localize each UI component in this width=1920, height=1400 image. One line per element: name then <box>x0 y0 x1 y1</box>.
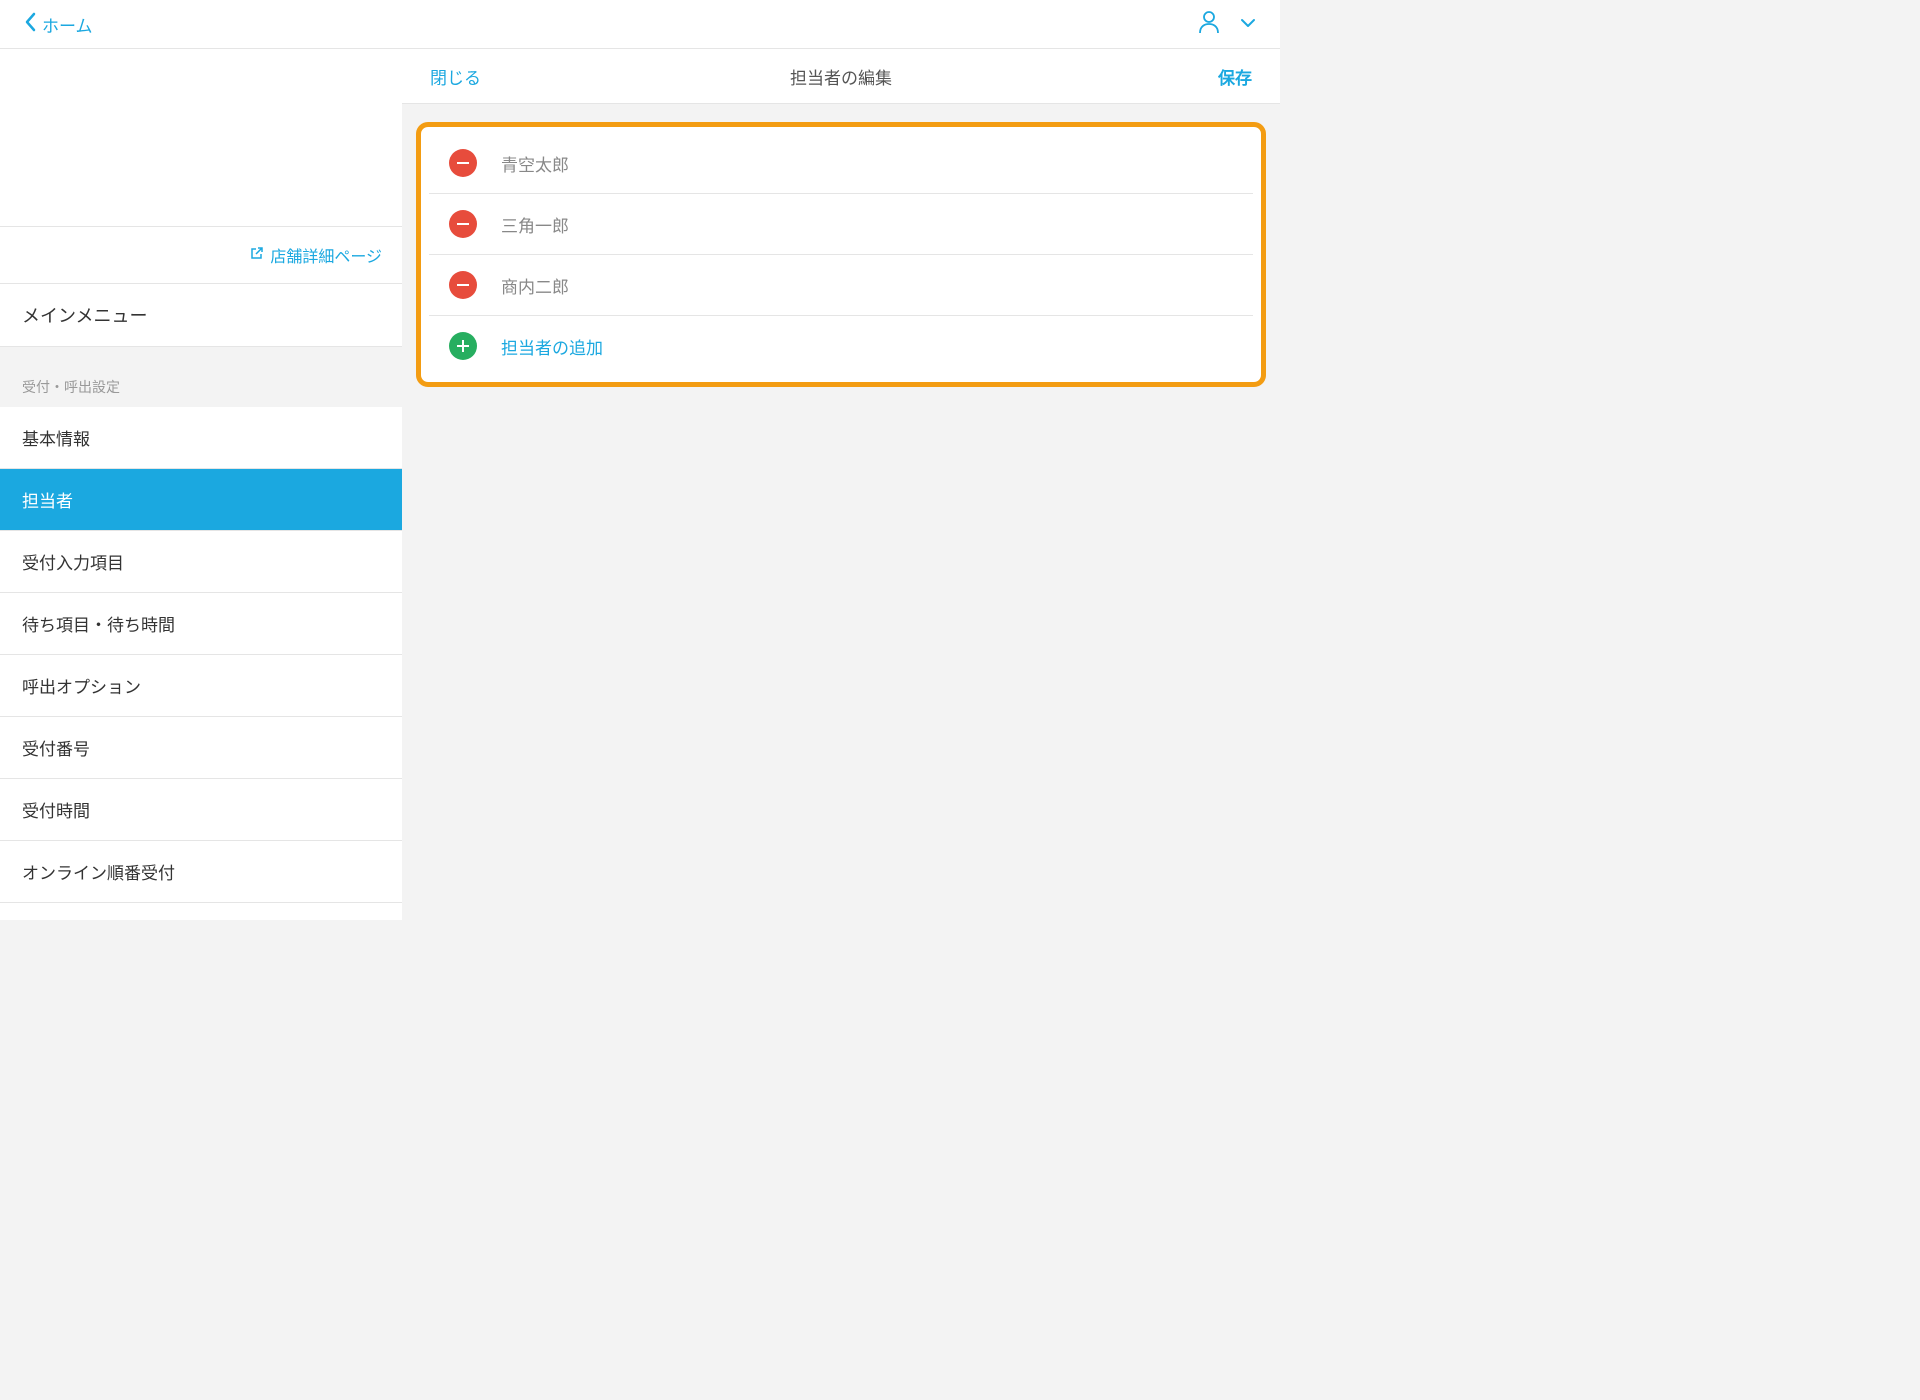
person-row: 商内二郎 <box>429 255 1253 316</box>
person-name: 商内二郎 <box>501 273 569 298</box>
person-row: 三角一郎 <box>429 194 1253 255</box>
header-right <box>1198 10 1256 39</box>
content-area: 閉じる 担当者の編集 保存 青空太郎三角一郎商内二郎担当者の追加 <box>402 49 1280 920</box>
minus-icon <box>457 162 469 165</box>
person-row: 青空太郎 <box>429 133 1253 194</box>
store-detail-label: 店舗詳細ページ <box>270 243 382 267</box>
sidebar-menu-item[interactable]: 基本情報 <box>0 407 402 469</box>
sidebar-menu-item[interactable]: オンライン順番受付 <box>0 841 402 903</box>
remove-person-button[interactable] <box>449 271 477 299</box>
top-header: ホーム <box>0 0 1280 49</box>
person-name: 三角一郎 <box>501 212 569 237</box>
sidebar-menu-item[interactable]: 受付時間 <box>0 779 402 841</box>
user-icon[interactable] <box>1198 10 1220 39</box>
content-title: 担当者の編集 <box>790 64 892 89</box>
minus-icon <box>457 284 469 287</box>
plus-icon <box>462 340 465 352</box>
back-home-label: ホーム <box>42 12 93 37</box>
sidebar-menu-item[interactable]: 呼出オプション <box>0 655 402 717</box>
remove-person-button[interactable] <box>449 149 477 177</box>
add-person-label: 担当者の追加 <box>501 334 603 359</box>
add-person-row[interactable]: 担当者の追加 <box>429 316 1253 376</box>
main-menu-header[interactable]: メインメニュー <box>0 284 402 347</box>
save-button[interactable]: 保存 <box>1218 64 1252 89</box>
highlight-box: 青空太郎三角一郎商内二郎担当者の追加 <box>416 122 1266 387</box>
main-layout: 店舗詳細ページ メインメニュー 受付・呼出設定 基本情報担当者受付入力項目待ち項… <box>0 49 1280 920</box>
back-home-button[interactable]: ホーム <box>24 12 93 37</box>
sidebar-section-label: 受付・呼出設定 <box>0 347 402 407</box>
store-detail-link[interactable]: 店舗詳細ページ <box>0 227 402 284</box>
sidebar-menu-item[interactable]: 担当者 <box>0 469 402 531</box>
add-person-button[interactable] <box>449 332 477 360</box>
content-header: 閉じる 担当者の編集 保存 <box>402 49 1280 104</box>
chevron-left-icon <box>24 12 36 36</box>
minus-icon <box>457 223 469 226</box>
sidebar: 店舗詳細ページ メインメニュー 受付・呼出設定 基本情報担当者受付入力項目待ち項… <box>0 49 402 920</box>
sidebar-top-space <box>0 49 402 227</box>
external-link-icon <box>250 246 264 264</box>
sidebar-menu-item[interactable]: 待ち項目・待ち時間 <box>0 593 402 655</box>
chevron-down-icon[interactable] <box>1240 15 1256 33</box>
remove-person-button[interactable] <box>449 210 477 238</box>
close-button[interactable]: 閉じる <box>430 64 481 89</box>
person-name: 青空太郎 <box>501 151 569 176</box>
sidebar-menu-item[interactable]: 受付番号 <box>0 717 402 779</box>
sidebar-menu-item[interactable]: 受付入力項目 <box>0 531 402 593</box>
